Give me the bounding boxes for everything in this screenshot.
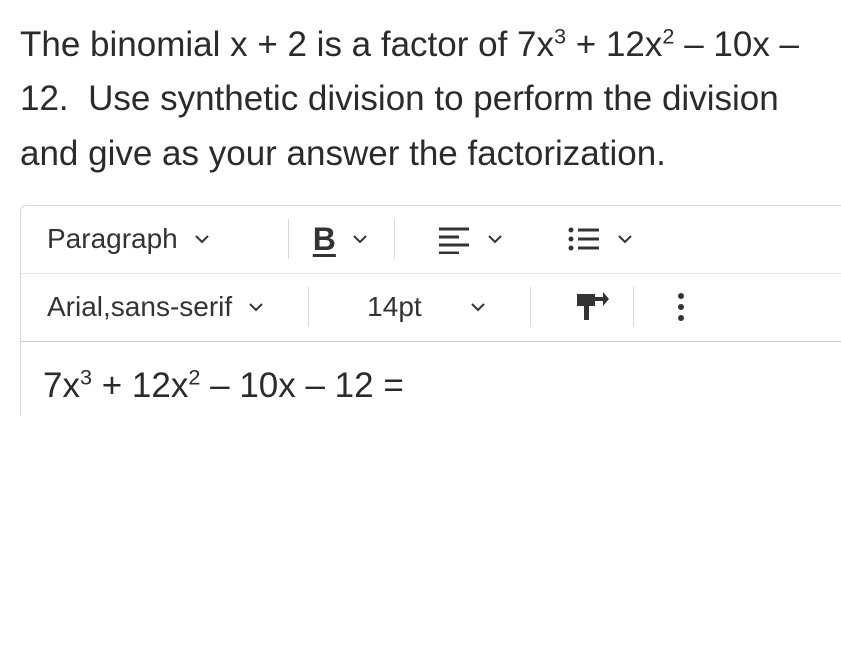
toolbar-divider [530,287,531,327]
chevron-down-icon [485,229,505,249]
toolbar-divider [288,219,289,259]
kebab-icon [676,292,686,322]
font-family-label: Arial,sans-serif [47,291,232,323]
block-format-select[interactable]: Paragraph [33,217,226,261]
bold-b-icon: B [313,221,336,258]
editor-content-area[interactable]: 7x3 + 12x2 – 10x – 12 = [21,342,841,416]
toolbar-divider [394,219,395,259]
font-family-select[interactable]: Arial,sans-serif [33,285,280,329]
clear-formatting-button[interactable] [559,284,623,330]
font-size-label: 14pt [367,291,422,323]
align-button[interactable] [423,218,519,260]
chevron-down-icon [615,229,635,249]
chevron-down-icon [350,229,370,249]
question-text: The binomial x + 2 is a factor of 7x3 + … [0,0,841,205]
toolbar-divider [308,287,309,327]
rich-text-editor: Paragraph B [20,205,841,416]
clear-formatting-icon [573,290,609,324]
bullet-list-icon [567,224,601,254]
bold-button[interactable]: B [299,215,384,264]
chevron-down-icon [468,297,488,317]
chevron-down-icon [192,229,212,249]
list-button[interactable] [553,218,649,260]
toolbar-row-1: Paragraph B [21,206,841,274]
align-left-icon [437,224,471,254]
block-format-label: Paragraph [47,223,178,255]
toolbar-divider [633,287,634,327]
more-button[interactable] [662,286,700,328]
chevron-down-icon [246,297,266,317]
font-size-select[interactable]: 14pt [353,285,502,329]
toolbar-row-2: Arial,sans-serif 14pt [21,274,841,342]
